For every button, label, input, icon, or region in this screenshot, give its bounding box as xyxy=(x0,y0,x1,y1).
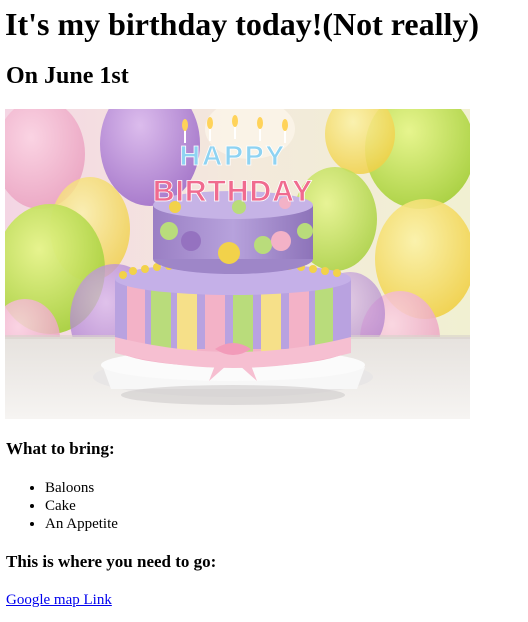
date-heading: On June 1st xyxy=(6,63,129,89)
google-map-link[interactable]: Google map Link xyxy=(6,591,112,609)
list-item: An Appetite xyxy=(45,515,118,533)
birthday-cake-image: HAPPY BIRTHDAY xyxy=(5,109,470,419)
page: It's my birthday today!(Not really) On J… xyxy=(0,0,528,622)
directions-heading: This is where you need to go: xyxy=(6,552,217,571)
page-title: It's my birthday today!(Not really) xyxy=(5,6,480,42)
bring-list: Baloons Cake An Appetite xyxy=(0,479,118,533)
list-item: Cake xyxy=(45,497,118,515)
what-to-bring-heading: What to bring: xyxy=(6,439,115,458)
candle-text-happy: HAPPY xyxy=(180,140,286,171)
candle-text-birthday: BIRTHDAY xyxy=(153,175,313,208)
list-item: Baloons xyxy=(45,479,118,497)
